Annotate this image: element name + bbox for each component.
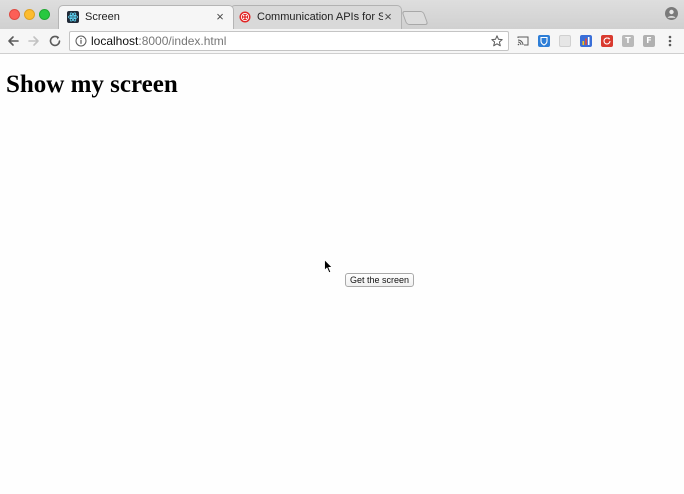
url-text[interactable]: localhost:8000/index.html bbox=[91, 35, 226, 48]
reload-icon[interactable] bbox=[48, 34, 62, 48]
tab-close-icon[interactable]: × bbox=[382, 10, 394, 23]
window-close-button[interactable] bbox=[9, 9, 20, 20]
window-minimize-button[interactable] bbox=[24, 9, 35, 20]
browser-toolbar: localhost:8000/index.html T F bbox=[0, 29, 684, 54]
tab-close-icon[interactable]: × bbox=[214, 10, 226, 23]
new-tab-button[interactable] bbox=[401, 11, 429, 25]
vertical-dots-icon[interactable] bbox=[664, 34, 676, 48]
page-content: Show my screen Get the screen bbox=[0, 54, 684, 494]
url-host: localhost bbox=[91, 34, 139, 48]
tab-strip: Screen × Communication APIs for SMS, Voi… bbox=[0, 0, 684, 29]
url-path: :8000/index.html bbox=[138, 34, 227, 48]
browser-window: Screen × Communication APIs for SMS, Voi… bbox=[0, 0, 684, 494]
page-title: Show my screen bbox=[6, 71, 178, 98]
get-the-screen-button[interactable]: Get the screen bbox=[345, 273, 414, 287]
window-maximize-button[interactable] bbox=[39, 9, 50, 20]
shield-extension-icon[interactable] bbox=[538, 35, 550, 47]
arrow-right-icon[interactable] bbox=[27, 34, 41, 48]
puzzle-extension-icon[interactable]: F bbox=[643, 35, 655, 47]
tab-communication-apis[interactable]: Communication APIs for SMS, Voice, × bbox=[230, 5, 402, 29]
react-favicon-icon bbox=[67, 11, 79, 23]
tab-title: Screen bbox=[85, 11, 120, 23]
info-icon[interactable] bbox=[75, 35, 87, 47]
arrow-left-icon[interactable] bbox=[6, 34, 20, 48]
text-extension-icon[interactable]: T bbox=[622, 35, 634, 47]
refresh-extension-icon[interactable] bbox=[601, 35, 613, 47]
tab-screen[interactable]: Screen × bbox=[58, 5, 234, 29]
profile-icon[interactable] bbox=[665, 7, 678, 20]
mouse-cursor-icon bbox=[324, 259, 333, 274]
tab-title: Communication APIs for SMS, Voice, bbox=[257, 11, 383, 23]
address-bar[interactable]: localhost:8000/index.html bbox=[69, 31, 509, 51]
grid-extension-icon[interactable] bbox=[559, 35, 571, 47]
cast-icon[interactable] bbox=[517, 35, 529, 47]
star-icon[interactable] bbox=[491, 35, 503, 47]
twilio-favicon-icon bbox=[239, 11, 251, 23]
bars-extension-icon[interactable] bbox=[580, 35, 592, 47]
